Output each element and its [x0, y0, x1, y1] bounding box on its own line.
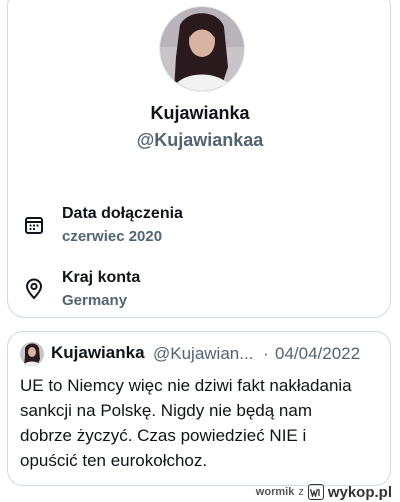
tweet-author-name[interactable]: Kujawianka	[51, 343, 145, 363]
tweet-text-line: UE to Niemcy więc nie dziwi fakt nakłada…	[20, 376, 352, 395]
tweet-text-line: opuścić ten eurokołchoz.	[20, 451, 208, 470]
watermark-site: wykop.pl	[327, 483, 392, 501]
joined-date-value: czerwiec 2020	[62, 228, 163, 245]
profile-avatar[interactable]	[159, 6, 245, 92]
wykop-logo-icon	[307, 484, 324, 500]
tweet-separator: ·	[263, 344, 269, 363]
location-pin-icon	[22, 277, 46, 301]
account-country-value: Germany	[62, 292, 128, 309]
tweet-text-line: sankcji na Polskę. Nigdy nie będą nam	[20, 401, 312, 420]
watermark: wormik z wykop.pl	[256, 482, 392, 502]
tweet-text-line: dobrze życzyć. Czas powiedzieć NIE i	[20, 426, 307, 445]
tweet-author-handle[interactable]: @Kujawian...	[153, 344, 253, 364]
profile-handle[interactable]: @Kujawiankaa	[0, 130, 400, 151]
avatar-photo	[160, 7, 244, 91]
tweet-date[interactable]: 04/04/2022	[275, 344, 360, 364]
watermark-preposition: z	[298, 486, 304, 498]
profile-display-name: Kujawianka	[150, 103, 250, 123]
calendar-icon	[22, 213, 46, 237]
joined-date-label: Data dołączenia	[62, 205, 183, 222]
tweet-author-avatar[interactable]	[20, 342, 44, 366]
watermark-user: wormik	[255, 486, 295, 498]
account-country-label: Kraj konta	[62, 269, 141, 286]
avatar-photo	[20, 342, 44, 366]
tweet-text: UE to Niemcy więc nie dziwi fakt nakłada…	[20, 373, 380, 473]
